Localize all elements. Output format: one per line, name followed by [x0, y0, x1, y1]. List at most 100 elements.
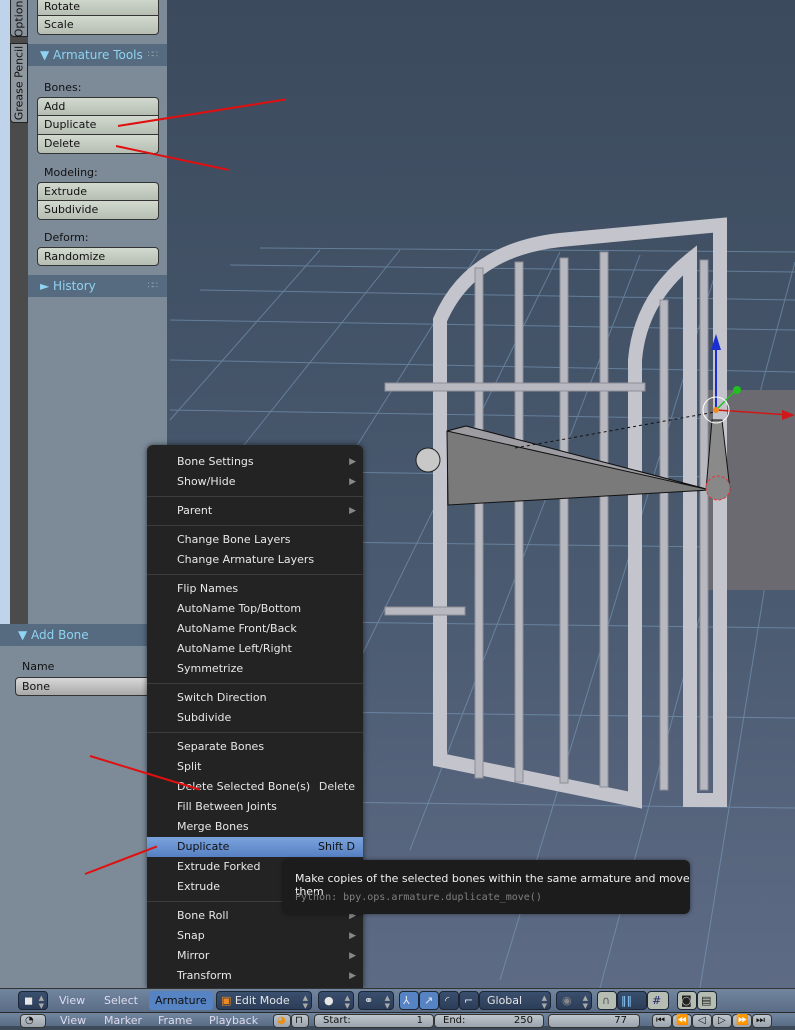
scale-handle-icon: ⌐ — [464, 994, 474, 1007]
drag-handle-icon[interactable]: ∷∷ — [148, 275, 159, 297]
menu-armature[interactable]: Armature — [149, 991, 213, 1010]
collapse-triangle-icon: ▼ — [40, 48, 54, 62]
menu-item-duplicate[interactable]: Duplicate Shift D — [147, 837, 363, 857]
menu-item-label: Flip Names — [177, 582, 239, 595]
snap-increment-icon: ‖‖ — [621, 994, 632, 1007]
menu-item-label: AutoName Front/Back — [177, 622, 297, 635]
submenu-arrow-icon: ▶ — [349, 477, 356, 487]
bone-name-input[interactable]: Bone — [15, 677, 157, 696]
translate-manipulator[interactable]: ↗ — [419, 991, 439, 1010]
tooltip-python: Python: bpy.ops.armature.duplicate_move(… — [295, 892, 542, 903]
pivot-point-selector[interactable]: ⚭ ▲ ▼ — [358, 991, 394, 1010]
menu-item-subdivide[interactable]: Subdivide — [147, 708, 363, 728]
menu-item-label: AutoName Top/Bottom — [177, 602, 302, 615]
proportional-edit-selector[interactable]: ◉ ▲ ▼ — [556, 991, 592, 1010]
duplicate-bone-button[interactable]: Duplicate — [37, 116, 159, 135]
menu-item-split[interactable]: Split — [147, 757, 363, 777]
menu-item-label: Extrude — [177, 880, 221, 893]
menu-select[interactable]: Select — [98, 991, 144, 1010]
menu-item-snap[interactable]: Snap ▶ — [147, 926, 363, 946]
arc-icon: ◜ — [445, 994, 450, 1007]
menu-view[interactable]: View — [53, 991, 91, 1010]
menu-item-label: Transform — [177, 969, 232, 982]
armature-tools-header[interactable]: ▼ Armature Tools ∷∷ — [28, 44, 167, 66]
snap-toggle[interactable]: ∩ — [597, 991, 617, 1010]
tab-grease-pencil[interactable]: Grease Pencil — [10, 43, 28, 123]
menu-item-label: Fill Between Joints — [177, 800, 277, 813]
menu-item-flip-names[interactable]: Flip Names — [147, 579, 363, 599]
snap-target-button[interactable]: # — [647, 991, 669, 1010]
play-icon: ▷ — [718, 1015, 726, 1026]
menu-item-transform[interactable]: Transform ▶ — [147, 966, 363, 986]
armature-mode-icon: ▣ — [221, 994, 232, 1007]
editor-type-button[interactable]: ◼ ▲ ▼ — [18, 991, 48, 1010]
drag-handle-icon[interactable]: ∷∷ — [148, 44, 159, 66]
toolshelf-tabs: Options Grease Pencil — [10, 0, 28, 630]
menu-item-separate-bones[interactable]: Separate Bones — [147, 737, 363, 757]
menu-separator — [147, 683, 363, 684]
rewind-icon: ⏪ — [676, 1015, 689, 1026]
menu-item-label: Subdivide — [177, 711, 232, 724]
history-header[interactable]: ► History ∷∷ — [28, 275, 167, 297]
bone-head — [415, 447, 441, 473]
extrude-button[interactable]: Extrude — [37, 182, 159, 201]
add-bone-button[interactable]: Add — [37, 97, 159, 116]
menu-item-label: Delete Selected Bone(s) — [177, 780, 311, 793]
submenu-arrow-icon: ▶ — [349, 506, 356, 516]
menu-item-autoname-front-back[interactable]: AutoName Front/Back — [147, 619, 363, 639]
render-animation-button[interactable]: ▤ — [697, 991, 717, 1010]
menu-item-autoname-left-right[interactable]: AutoName Left/Right — [147, 639, 363, 659]
randomize-button[interactable]: Randomize — [37, 247, 159, 266]
timeline-menu-frame[interactable]: Frame — [152, 1011, 198, 1030]
menu-item-show-hide[interactable]: Show/Hide ▶ — [147, 472, 363, 492]
subdivide-button[interactable]: Subdivide — [37, 201, 159, 220]
menu-item-merge-bones[interactable]: Merge Bones — [147, 817, 363, 837]
menu-item-label: Change Armature Layers — [177, 553, 315, 566]
timeline-menu-playback[interactable]: Playback — [203, 1011, 264, 1030]
collapse-triangle-icon: ▼ — [18, 628, 32, 642]
add-bone-panel-header[interactable]: ▼ Add Bone — [0, 624, 167, 646]
redo-panel: ▼ Add Bone Name Bone — [0, 624, 167, 988]
submenu-arrow-icon: ▶ — [349, 971, 356, 981]
menu-item-bone-settings[interactable]: Bone Settings ▶ — [147, 452, 363, 472]
render-image-button[interactable]: ◙ — [677, 991, 697, 1010]
menu-item-parent[interactable]: Parent ▶ — [147, 501, 363, 521]
orientation-selector[interactable]: Global ▲ ▼ — [479, 991, 551, 1010]
scale-manipulator[interactable]: ⌐ — [459, 991, 479, 1010]
rotate-button[interactable]: Rotate — [37, 0, 159, 16]
timeline-menu-marker[interactable]: Marker — [98, 1011, 148, 1030]
tab-options[interactable]: Options — [10, 0, 28, 37]
play-reverse-icon: ◁ — [698, 1015, 706, 1026]
menu-separator — [147, 574, 363, 575]
menu-item-label: Mirror — [177, 949, 210, 962]
manipulator-toggle[interactable]: ⅄ — [399, 991, 419, 1010]
menu-item-delete-selected-bone-s[interactable]: Delete Selected Bone(s) Delete — [147, 777, 363, 797]
rotate-manipulator[interactable]: ◜ — [439, 991, 459, 1010]
menu-item-symmetrize[interactable]: Symmetrize — [147, 659, 363, 679]
timeline-menu-view[interactable]: View — [54, 1011, 92, 1030]
menu-item-change-bone-layers[interactable]: Change Bone Layers — [147, 530, 363, 550]
menu-separator — [147, 496, 363, 497]
menu-item-mirror[interactable]: Mirror ▶ — [147, 946, 363, 966]
3d-viewport[interactable]: Options Grease Pencil Rotate Scale ▼ Arm… — [0, 0, 795, 988]
menu-item-shortcut: Shift D — [318, 840, 355, 853]
magnet-icon: ∩ — [602, 994, 611, 1007]
viewport-shading-selector[interactable]: ● ▲ ▼ — [318, 991, 354, 1010]
solid-sphere-icon: ● — [324, 994, 334, 1007]
menu-item-label: Extrude Forked — [177, 860, 261, 873]
menu-item-label: Split — [177, 760, 202, 773]
snap-element-selector[interactable]: ‖‖ — [617, 991, 647, 1010]
mode-selector[interactable]: ▣ Edit Mode ▲ ▼ — [216, 991, 312, 1010]
menu-item-change-armature-layers[interactable]: Change Armature Layers — [147, 550, 363, 570]
menu-item-label: Duplicate — [177, 840, 230, 853]
menu-separator — [147, 525, 363, 526]
menu-item-autoname-top-bottom[interactable]: AutoName Top/Bottom — [147, 599, 363, 619]
scale-button[interactable]: Scale — [37, 16, 159, 35]
expand-triangle-icon: ► — [40, 279, 54, 293]
menu-item-label: Bone Roll — [177, 909, 229, 922]
menu-item-switch-direction[interactable]: Switch Direction — [147, 688, 363, 708]
menu-item-fill-between-joints[interactable]: Fill Between Joints — [147, 797, 363, 817]
cage-object — [384, 217, 727, 809]
viewport-header: ◼ ▲ ▼ View Select Armature ▣ Edit Mode ▲ ▼ ●… — [0, 988, 795, 1012]
cube-icon: ◼ — [24, 994, 34, 1007]
